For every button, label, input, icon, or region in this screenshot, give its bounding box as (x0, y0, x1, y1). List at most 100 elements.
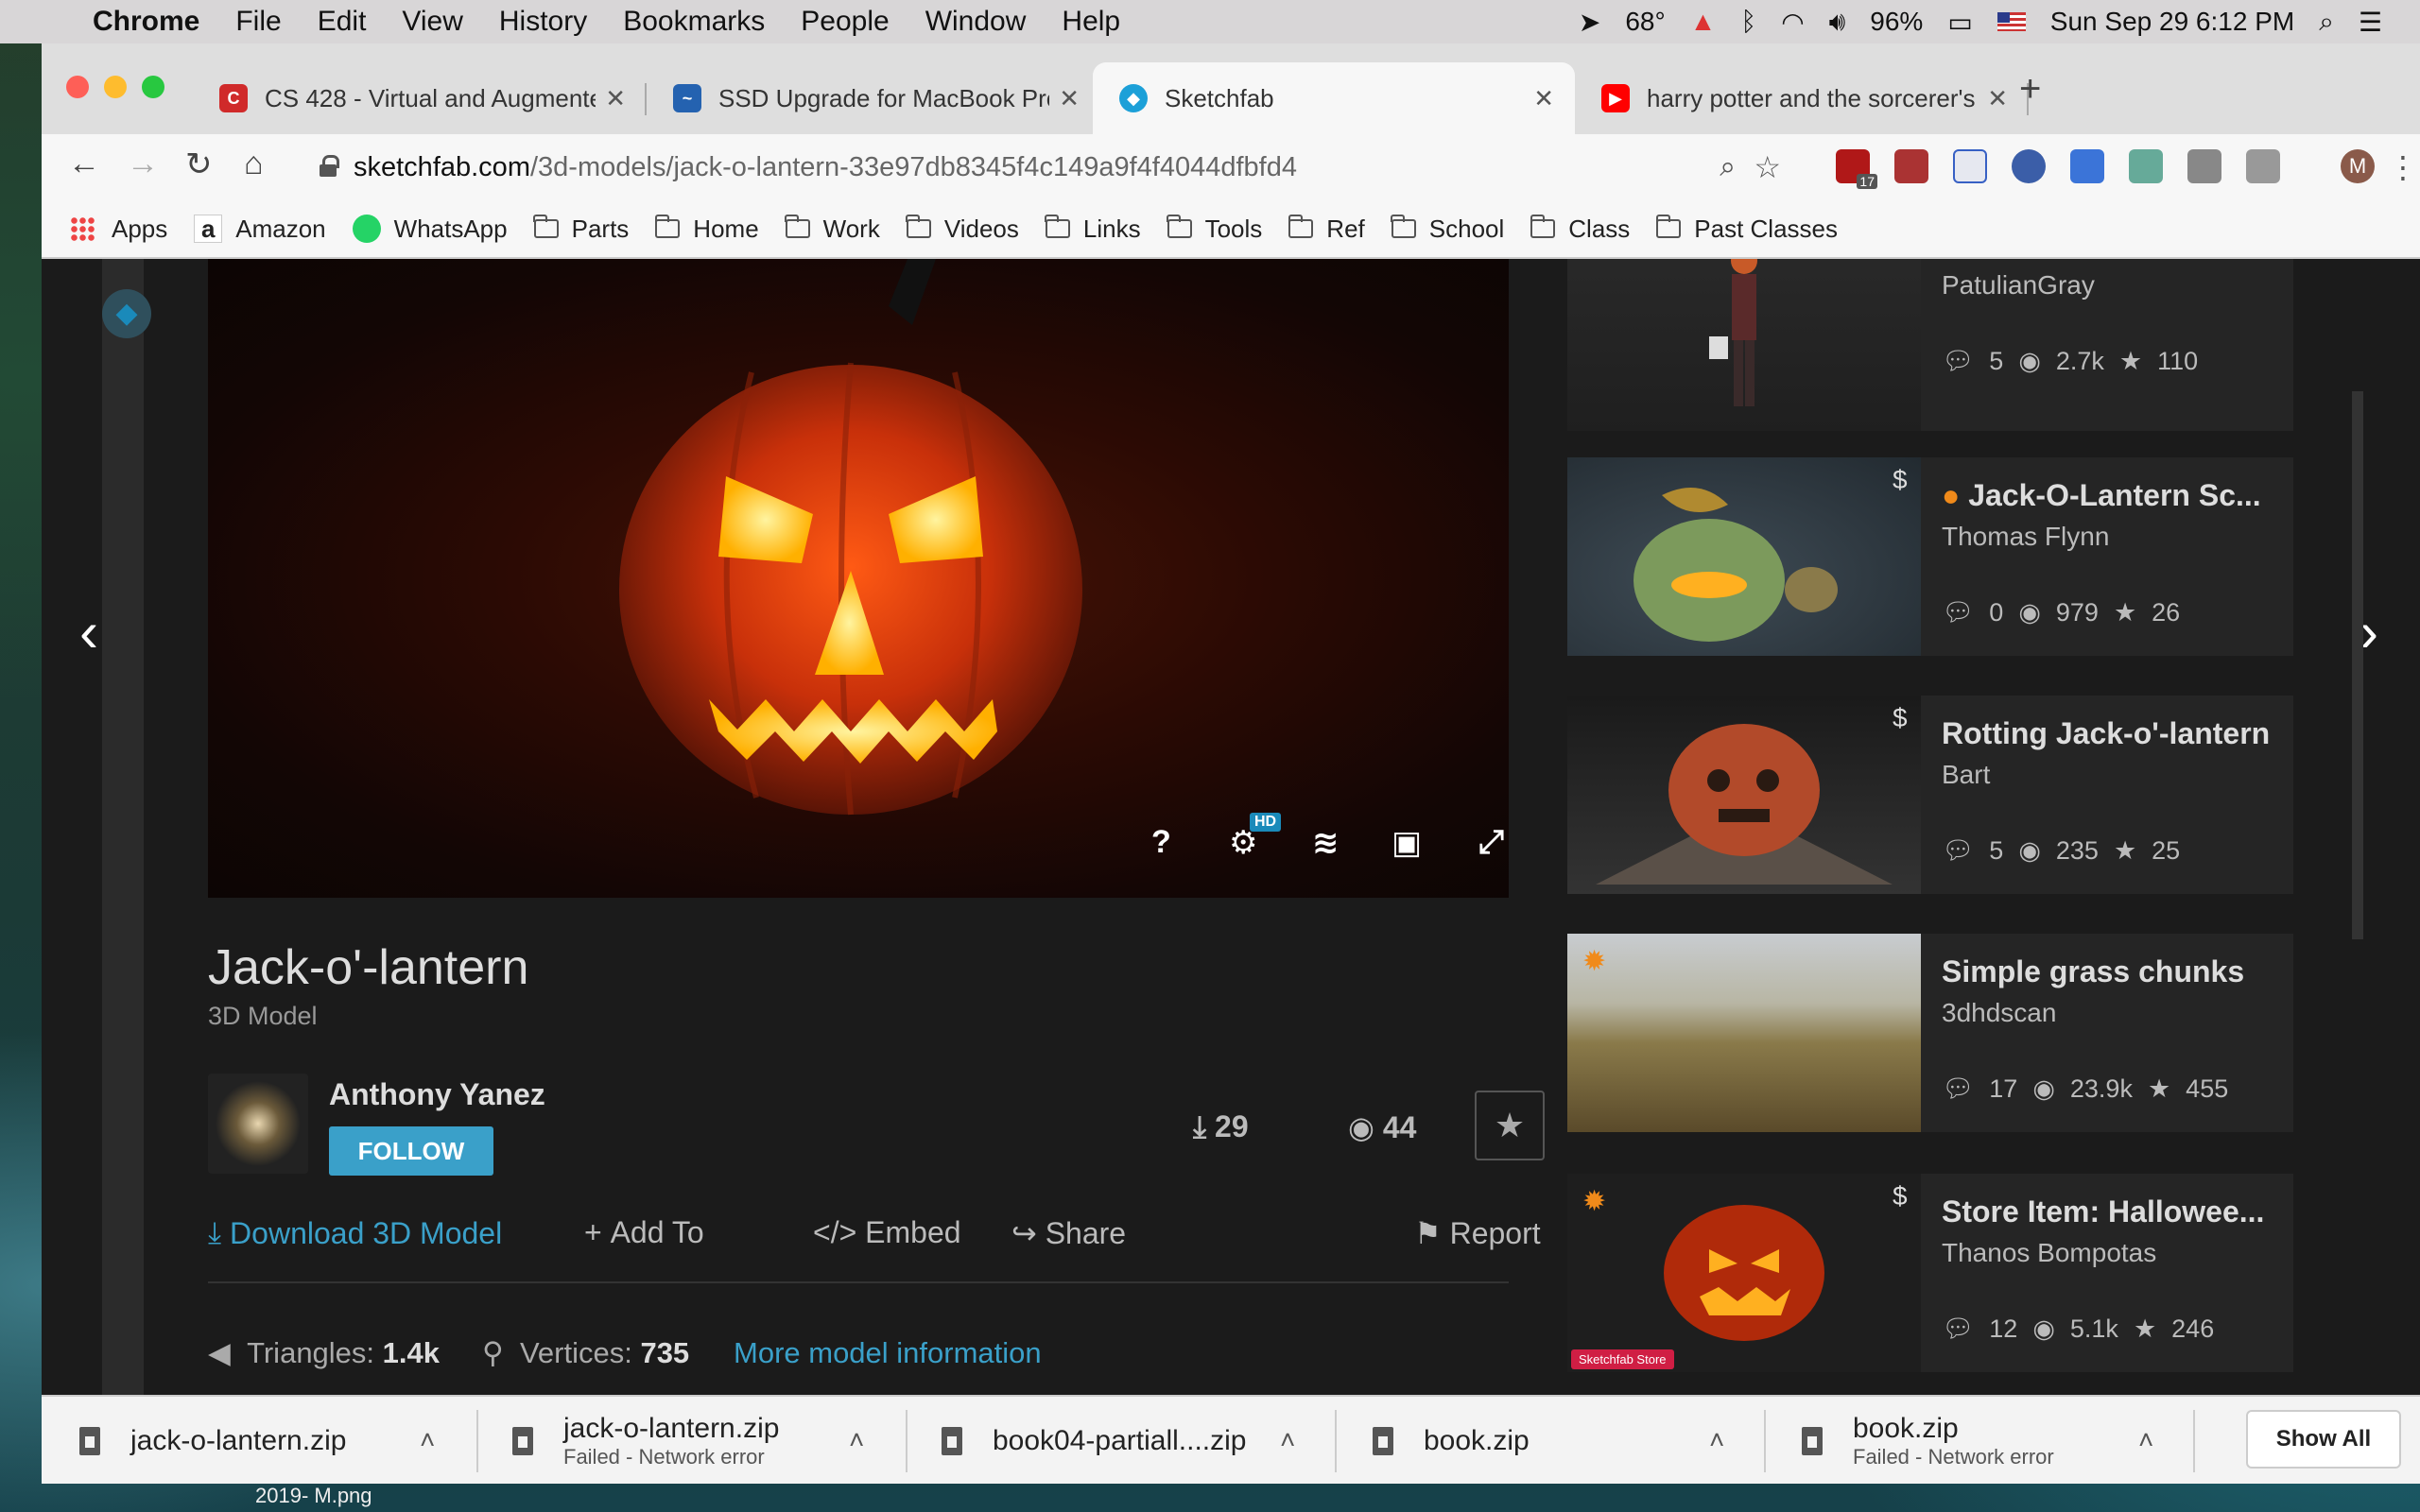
related-card[interactable]: $ Rotting Jack-o'-lantern Bart 💬︎ 5 ◉ 235 … (1567, 696, 2293, 894)
author-name[interactable]: Anthony Yanez (329, 1077, 545, 1112)
tab-cs428[interactable]: C CS 428 - Virtual and Augmente ✕ (193, 62, 647, 134)
extension-icon[interactable] (2012, 149, 2046, 183)
author-avatar[interactable] (208, 1074, 308, 1174)
desktop-file-label[interactable]: 2019- M.png (255, 1484, 372, 1508)
download-options-caret-icon[interactable]: ˄ (849, 1425, 864, 1455)
more-model-info-link[interactable]: More model information (734, 1336, 1042, 1370)
bluetooth-icon[interactable]: ᛒ (1740, 7, 1756, 37)
related-thumbnail[interactable]: ✹ (1567, 934, 1921, 1132)
reload-icon[interactable]: ↻ (185, 146, 213, 183)
zoom-window-button[interactable] (142, 76, 164, 98)
input-source-flag-icon[interactable] (1996, 12, 2026, 31)
address-bar[interactable]: sketchfab.com/3d-models/jack-o-lantern-3… (308, 142, 1802, 193)
add-to-button[interactable]: + Add To (584, 1215, 704, 1250)
share-button[interactable]: ↪ Share (1011, 1215, 1126, 1251)
bookmark-folder-links[interactable]: Links (1045, 215, 1141, 244)
ublock-extension-icon[interactable]: 17 (1836, 149, 1877, 189)
menu-help[interactable]: Help (1062, 6, 1120, 38)
download-item[interactable]: book04-partiall....zip (942, 1397, 1246, 1484)
related-thumbnail[interactable]: ✹ $ Sketchfab Store (1567, 1174, 1921, 1372)
tab-youtube[interactable]: ▶ harry potter and the sorcerer's ✕ (1575, 62, 2029, 134)
battery-icon[interactable]: ▭ (1947, 7, 1972, 38)
related-author[interactable]: Thanos Bompotas (1942, 1238, 2156, 1268)
tab-ssd-upgrade[interactable]: ~ SSD Upgrade for MacBook Pro ✕ (647, 62, 1100, 134)
bookmark-folder-ref[interactable]: Ref (1288, 215, 1365, 244)
tab-sketchfab[interactable]: ◆ Sketchfab ✕ (1093, 62, 1575, 134)
battery-percent[interactable]: 96% (1870, 7, 1923, 37)
download-options-caret-icon[interactable]: ˄ (2138, 1425, 2153, 1455)
bookmark-whatsapp[interactable]: WhatsApp (352, 215, 508, 244)
related-card[interactable]: $ ● Jack-O-Lantern Sc... Thomas Flynn 💬︎… (1567, 457, 2293, 656)
menu-bookmarks[interactable]: Bookmarks (623, 6, 765, 38)
related-author[interactable]: 3dhdscan (1942, 998, 2056, 1028)
related-title[interactable]: Rotting Jack-o'-lantern (1942, 716, 2270, 751)
warning-icon[interactable]: ▲ (1690, 7, 1717, 37)
download-options-caret-icon[interactable]: ˄ (420, 1425, 435, 1455)
bookmark-folder-videos[interactable]: Videos (906, 215, 1019, 244)
search-extension-icon[interactable] (1953, 149, 1987, 183)
menu-history[interactable]: History (499, 6, 587, 38)
report-button[interactable]: ⚑ Report (1414, 1215, 1541, 1251)
bookmark-star-icon[interactable]: ☆ (1754, 149, 1781, 185)
menu-people[interactable]: People (801, 6, 889, 38)
help-icon[interactable]: ? (1151, 824, 1171, 861)
like-button[interactable]: ★ (1475, 1091, 1545, 1160)
related-title[interactable]: ● Jack-O-Lantern Sc... (1942, 478, 2261, 513)
close-tab-icon[interactable]: ✕ (1059, 84, 1080, 113)
related-thumbnail[interactable]: $ (1567, 696, 1921, 894)
layers-icon[interactable]: ≋ (1312, 824, 1340, 862)
camera-extension-icon[interactable] (2187, 149, 2221, 183)
vr-headset-icon[interactable]: ▣ (1392, 824, 1422, 862)
download-item[interactable]: jack-o-lantern.zip Failed - Network error (512, 1397, 779, 1484)
related-title[interactable]: Store Item: Hallowee... (1942, 1194, 2264, 1229)
related-title[interactable]: Simple grass chunks (1942, 954, 2244, 989)
fullscreen-icon[interactable]: ⤢ (1478, 824, 1504, 861)
bookmark-apps[interactable]: Apps (70, 215, 167, 244)
spotlight-search-icon[interactable]: ⌕ (2319, 7, 2334, 38)
notification-center-icon[interactable]: ☰ (2359, 7, 2382, 38)
embed-button[interactable]: </> Embed (813, 1215, 961, 1250)
temperature[interactable]: 68° (1625, 7, 1665, 37)
download-model-link[interactable]: ⤓ Download 3D Model (208, 1215, 502, 1251)
related-card[interactable]: ✹ $ Sketchfab Store Store Item: Hallowee… (1567, 1174, 2293, 1372)
related-thumbnail[interactable] (1567, 259, 1921, 431)
related-author[interactable]: Thomas Flynn (1942, 522, 2109, 552)
clock[interactable]: Sun Sep 29 6:12 PM (2050, 7, 2294, 37)
lock-icon[interactable] (320, 155, 339, 177)
previous-arrow-icon[interactable]: ‹ (79, 599, 98, 664)
download-item[interactable]: book.zip (1373, 1397, 1530, 1484)
sketchfab-logo-icon[interactable]: ◆ (102, 289, 151, 338)
download-item[interactable]: jack-o-lantern.zip (79, 1397, 346, 1484)
3d-model-viewer[interactable]: ? ⚙ HD ≋ ▣ ⤢ (208, 259, 1509, 898)
bookmark-folder-school[interactable]: School (1391, 215, 1504, 244)
related-card[interactable]: ✹ Simple grass chunks 3dhdscan 💬︎ 17 ◉ 23.… (1567, 934, 2293, 1132)
download-item[interactable]: book.zip Failed - Network error (1802, 1397, 2054, 1484)
menu-edit[interactable]: Edit (318, 6, 367, 38)
related-author[interactable]: PatulianGray (1942, 270, 2095, 301)
profile-avatar[interactable]: M (2341, 149, 2375, 183)
chrome-menu-icon[interactable]: ⋮ (2388, 149, 2418, 185)
menu-view[interactable]: View (402, 6, 462, 38)
new-tab-button[interactable]: + (2019, 68, 2041, 111)
bookmark-folder-class[interactable]: Class (1530, 215, 1630, 244)
close-window-button[interactable] (66, 76, 89, 98)
close-tab-icon[interactable]: ✕ (1533, 84, 1554, 113)
wifi-icon[interactable]: ◠ (1781, 7, 1804, 38)
minimize-window-button[interactable] (104, 76, 127, 98)
bookmark-amazon[interactable]: a Amazon (194, 215, 326, 244)
extension-icon[interactable] (2246, 149, 2280, 183)
follow-button[interactable]: FOLLOW (329, 1126, 493, 1176)
bookmark-folder-home[interactable]: Home (654, 215, 759, 244)
close-tab-icon[interactable]: ✕ (1987, 84, 2008, 113)
bookmark-folder-parts[interactable]: Parts (533, 215, 629, 244)
menu-window[interactable]: Window (925, 6, 1027, 38)
back-icon[interactable]: ← (68, 146, 100, 182)
download-options-caret-icon[interactable]: ˄ (1280, 1425, 1295, 1455)
extension-icon[interactable] (2129, 149, 2163, 183)
bookmark-folder-past-classes[interactable]: Past Classes (1655, 215, 1838, 244)
related-thumbnail[interactable]: $ (1567, 457, 1921, 656)
related-author[interactable]: Bart (1942, 760, 1990, 790)
bookmark-folder-work[interactable]: Work (785, 215, 880, 244)
menu-file[interactable]: File (235, 6, 281, 38)
related-card[interactable]: PatulianGray 💬︎ 5 ◉ 2.7k ★ 110 (1567, 259, 2293, 431)
